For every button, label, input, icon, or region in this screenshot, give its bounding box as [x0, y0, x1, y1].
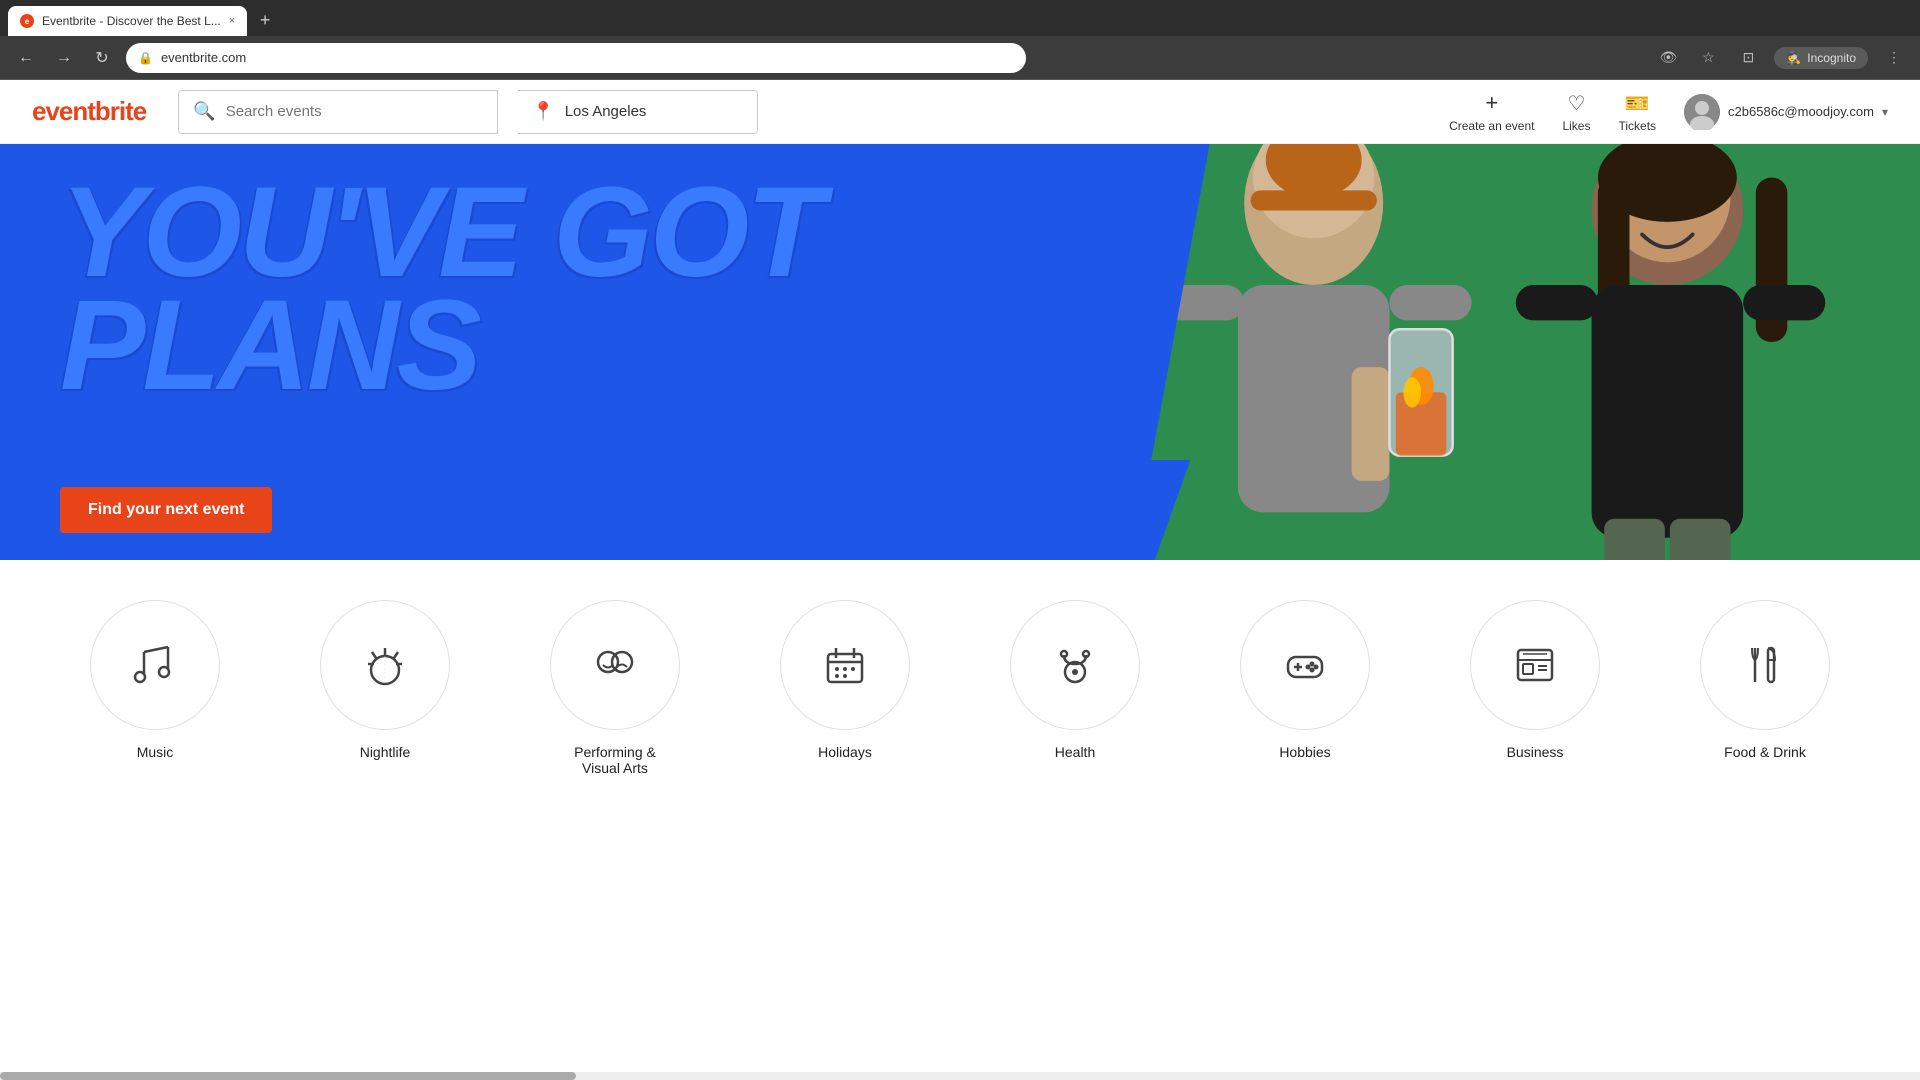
category-nightlife-circle [320, 600, 450, 730]
create-event-label: Create an event [1449, 119, 1534, 133]
eventbrite-logo[interactable]: eventbrite [32, 96, 146, 127]
find-next-event-button[interactable]: Find your next event [60, 487, 272, 533]
categories-grid: Music Nightlife [40, 600, 1880, 776]
search-icon: 🔍 [193, 101, 215, 122]
incognito-icon: 🕵 [1786, 51, 1801, 65]
category-business-circle [1470, 600, 1600, 730]
search-bar[interactable]: 🔍 [178, 90, 498, 134]
reload-button[interactable]: ↻ [88, 44, 116, 72]
tab-title: Eventbrite - Discover the Best L... [42, 14, 221, 28]
hero-line2: PLANS [60, 290, 821, 403]
category-music-circle [90, 600, 220, 730]
category-food-drink-label: Food & Drink [1724, 744, 1806, 760]
url-text: eventbrite.com [161, 50, 246, 65]
scrollbar-thumb [0, 1072, 576, 1080]
lock-icon: 🔒 [138, 51, 153, 65]
hero-cta-bar: Find your next event [0, 460, 1190, 560]
category-holidays[interactable]: Holidays [730, 600, 960, 760]
incognito-badge[interactable]: 🕵 Incognito [1774, 47, 1868, 69]
hero-line1: YOU'VE GOT [60, 177, 821, 290]
heart-icon: ♡ [1568, 91, 1586, 116]
category-business[interactable]: Business [1420, 600, 1650, 760]
business-icon [1510, 640, 1560, 690]
chevron-down-icon: ▾ [1882, 105, 1888, 119]
tab-favicon: e [20, 14, 34, 28]
back-button[interactable]: ← [12, 44, 40, 72]
plus-icon: + [1485, 90, 1498, 116]
incognito-label: Incognito [1807, 51, 1856, 65]
location-icon: 📍 [532, 101, 554, 122]
category-food-drink[interactable]: Food & Drink [1650, 600, 1880, 760]
category-nightlife-label: Nightlife [360, 744, 411, 760]
nightlife-icon [360, 640, 410, 690]
category-business-label: Business [1507, 744, 1564, 760]
avatar [1684, 94, 1720, 130]
health-icon [1050, 640, 1100, 690]
location-value: Los Angeles [565, 103, 647, 120]
location-bar[interactable]: 📍 Los Angeles [518, 90, 758, 134]
forward-button[interactable]: → [50, 44, 78, 72]
address-bar[interactable]: 🔒 eventbrite.com [126, 43, 1026, 73]
browser-toolbar: 👁 ☆ ⊡ 🕵 Incognito ⋮ [1654, 44, 1908, 72]
category-hobbies-circle [1240, 600, 1370, 730]
more-options-icon[interactable]: ⋮ [1880, 44, 1908, 72]
music-icon [130, 640, 180, 690]
category-music[interactable]: Music [40, 600, 270, 760]
profile-icon[interactable]: ⊡ [1734, 44, 1762, 72]
category-holidays-circle [780, 600, 910, 730]
category-arts-label: Performing & Visual Arts [555, 744, 675, 776]
tickets-label: Tickets [1618, 119, 1656, 133]
ticket-icon: 🎫 [1625, 91, 1650, 116]
active-tab[interactable]: e Eventbrite - Discover the Best L... × [8, 6, 247, 36]
browser-tab-bar: e Eventbrite - Discover the Best L... × … [0, 0, 1920, 36]
category-hobbies[interactable]: Hobbies [1190, 600, 1420, 760]
category-arts-circle [550, 600, 680, 730]
category-arts[interactable]: Performing & Visual Arts [500, 600, 730, 776]
user-email: c2b6586c@moodjoy.com [1728, 104, 1874, 119]
user-menu[interactable]: c2b6586c@moodjoy.com ▾ [1684, 94, 1888, 130]
categories-section: Music Nightlife [0, 560, 1920, 796]
arts-icon [590, 640, 640, 690]
likes-button[interactable]: ♡ Likes [1562, 91, 1590, 133]
scrollbar[interactable] [0, 1072, 1920, 1080]
hobbies-icon [1280, 640, 1330, 690]
main-nav: eventbrite 🔍 📍 Los Angeles + Create an e… [0, 80, 1920, 144]
tickets-button[interactable]: 🎫 Tickets [1618, 91, 1656, 133]
hero-text-area: YOU'VE GOT PLANS [0, 144, 1190, 435]
category-health[interactable]: Health [960, 600, 1190, 760]
hero-headline: YOU'VE GOT PLANS [60, 169, 821, 410]
nav-actions: + Create an event ♡ Likes 🎫 Tickets c2b6… [1449, 90, 1888, 133]
hero-banner: YOU'VE GOT PLANS Find your next event [0, 144, 1920, 560]
address-bar-row: ← → ↻ 🔒 eventbrite.com 👁 ☆ ⊡ 🕵 Incognito… [0, 36, 1920, 80]
visibility-off-icon[interactable]: 👁 [1654, 44, 1682, 72]
search-input[interactable] [226, 103, 426, 120]
bookmark-icon[interactable]: ☆ [1694, 44, 1722, 72]
likes-label: Likes [1562, 119, 1590, 133]
category-food-drink-circle [1700, 600, 1830, 730]
category-holidays-label: Holidays [818, 744, 872, 760]
holidays-icon [820, 640, 870, 690]
category-health-label: Health [1055, 744, 1095, 760]
new-tab-button[interactable]: + [251, 6, 279, 34]
tab-close-button[interactable]: × [229, 15, 235, 27]
category-hobbies-label: Hobbies [1279, 744, 1330, 760]
category-music-label: Music [137, 744, 174, 760]
food-icon [1740, 640, 1790, 690]
category-nightlife[interactable]: Nightlife [270, 600, 500, 760]
create-event-button[interactable]: + Create an event [1449, 90, 1534, 133]
category-health-circle [1010, 600, 1140, 730]
